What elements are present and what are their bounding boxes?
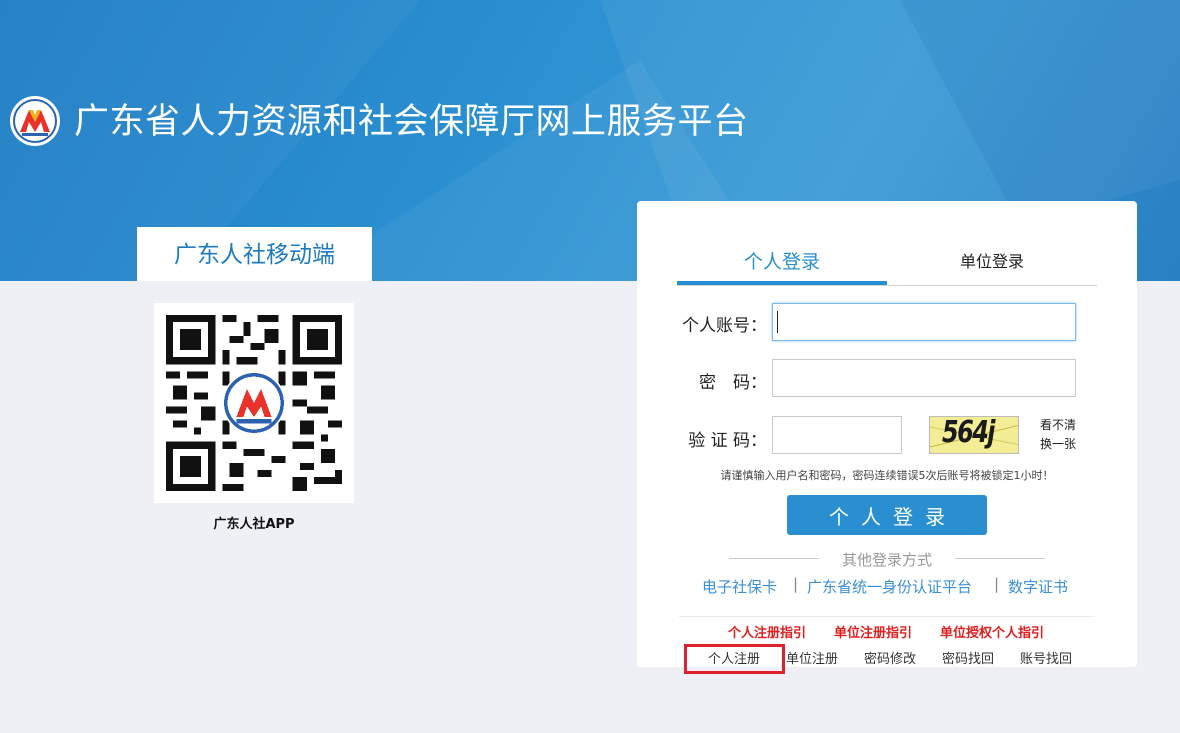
login-tabs: 个人登录 单位登录 xyxy=(677,245,1097,286)
tab-personal-login[interactable]: 个人登录 xyxy=(677,245,887,285)
guide-personal-register[interactable]: 个人注册指引 xyxy=(728,622,806,641)
alt-login-social-card[interactable]: 电子社保卡 xyxy=(702,576,777,597)
password-label: 密 码： xyxy=(699,373,767,393)
alt-separator: | xyxy=(994,575,1000,593)
alt-login-digital-cert[interactable]: 数字证书 xyxy=(1008,576,1068,597)
site-title: 广东省人力资源和社会保障厅网上服务平台 xyxy=(74,102,749,142)
link-recover-password[interactable]: 密码找回 xyxy=(942,648,994,667)
captcha-text: 564j xyxy=(942,416,996,450)
guide-unit-register[interactable]: 单位注册指引 xyxy=(834,622,912,641)
hrss-logo-icon xyxy=(10,96,60,146)
guide-unit-authorize[interactable]: 单位授权个人指引 xyxy=(940,622,1044,641)
login-panel: 个人登录 单位登录 个人账号： 密 码： 验 证 码： 564j 看不清 换一张… xyxy=(637,201,1137,667)
personal-login-button[interactable]: 个人登录 xyxy=(787,495,987,535)
qr-code-icon xyxy=(154,303,354,503)
other-methods-label: 其他登录方式 xyxy=(841,551,932,569)
link-unit-register[interactable]: 单位注册 xyxy=(786,648,838,667)
link-change-password[interactable]: 密码修改 xyxy=(864,648,916,667)
refresh-label-2: 换一张 xyxy=(1039,437,1076,451)
footer-divider xyxy=(679,616,1095,617)
alt-separator: | xyxy=(793,575,799,593)
qr-caption: 广东人社APP xyxy=(213,517,295,532)
account-input[interactable] xyxy=(772,303,1076,341)
captcha-label: 验 证 码： xyxy=(688,431,767,451)
mobile-tab[interactable]: 广东人社移动端 xyxy=(137,227,372,281)
captcha-image[interactable]: 564j xyxy=(929,416,1019,454)
alt-login-unified-auth[interactable]: 广东省统一身份认证平台 xyxy=(807,576,972,597)
account-label: 个人账号： xyxy=(682,316,767,336)
divider-left xyxy=(729,558,819,559)
text-caret xyxy=(777,311,778,333)
login-warning: 请谨慎输入用户名和密码，密码连续错误5次后账号将被锁定1小时！ xyxy=(720,469,1054,482)
refresh-label-1: 看不清 xyxy=(1039,418,1076,432)
captcha-input[interactable] xyxy=(772,416,902,454)
divider-right xyxy=(955,558,1045,559)
password-input[interactable] xyxy=(772,359,1076,397)
highlight-box xyxy=(684,644,785,674)
tab-unit-login[interactable]: 单位登录 xyxy=(887,245,1097,283)
refresh-captcha-link[interactable]: 看不清 换一张 xyxy=(1038,416,1078,454)
link-recover-account[interactable]: 账号找回 xyxy=(1020,648,1072,667)
